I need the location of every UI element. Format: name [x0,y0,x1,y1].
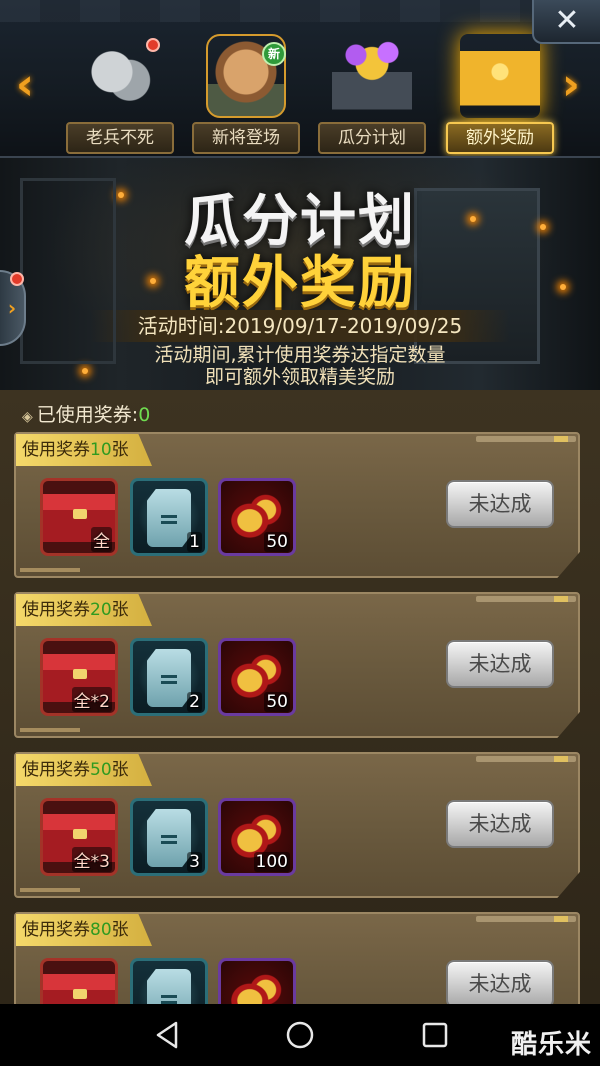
reward-exp-card-item[interactable] [130,958,208,1004]
tier-header: 使用奖券50张 [16,754,152,786]
item-quantity: 3 [187,852,202,872]
reward-chest-item[interactable]: 全*2 [40,638,118,716]
reward-coin-item[interactable] [218,958,296,1004]
tab-label: 额外奖励 [446,122,554,154]
used-tickets-counter: ◈ 已使用奖券:0 [22,400,150,427]
reward-tier-card: 使用奖券80张 未达成 [14,912,580,1004]
tier-header: 使用奖券80张 [16,914,152,946]
tab-label: 老兵不死 [66,122,174,154]
card-accent [476,916,576,922]
claim-button[interactable]: 未达成 [446,640,554,688]
used-tickets-value: 0 [138,404,151,426]
reward-coin-item[interactable]: 100 [218,798,296,876]
prev-tab-arrow-icon[interactable]: ‹ [8,62,42,108]
reward-tier-card: 使用奖券10张 全 1 50 未达成 [14,432,580,578]
used-tickets-label: 已使用奖券: [36,404,139,426]
notification-dot [10,272,24,286]
card-bottom-bar [20,568,80,572]
reward-list[interactable]: ◈ 已使用奖券:0 使用奖券10张 全 1 50 未达成 使用奖券20张 全*2 … [0,390,600,1004]
card-bottom-bar [20,888,80,892]
tab-veteran[interactable]: 老兵不死 [66,34,174,156]
item-quantity: 全*3 [71,847,112,872]
diamond-bullet-icon: ◈ [22,409,33,425]
event-description: 活动期间,累计使用奖券达指定数量 即可额外领取精美奖励 [0,344,600,388]
claim-button[interactable]: 未达成 [446,800,554,848]
gift-box-icon [460,34,540,118]
watermark-text: 酷乐米 [510,1030,592,1060]
item-quantity: 100 [253,852,290,872]
next-tab-arrow-icon[interactable]: › [554,62,588,108]
item-quantity: 1 [187,532,202,552]
new-badge: 新 [262,42,286,66]
event-banner: 瓜分计划 额外奖励 活动时间:2019/09/17-2019/09/25 活动期… [0,158,600,390]
reward-exp-card-item[interactable]: 3 [130,798,208,876]
reward-chest-item[interactable]: 全*3 [40,798,118,876]
reward-tier-card: 使用奖券50张 全*3 3 100 未达成 [14,752,580,898]
event-time: 活动时间:2019/09/17-2019/09/25 [90,310,510,342]
activity-tab-bar: ‹ 老兵不死 新 新将登场 瓜分计划 额外奖励 › ✕ [0,0,600,158]
claim-button[interactable]: 未达成 [446,480,554,528]
item-quantity: 2 [187,692,202,712]
treasure-chest-icon [332,34,412,118]
back-icon[interactable] [152,1020,182,1050]
tier-header: 使用奖券10张 [16,434,152,466]
tier-header: 使用奖券20张 [16,594,152,626]
reward-exp-card-item[interactable]: 1 [130,478,208,556]
claim-button[interactable]: 未达成 [446,960,554,1004]
description-line: 活动期间,累计使用奖券达指定数量 [154,344,446,366]
reward-coin-item[interactable]: 50 [218,478,296,556]
reward-chest-item[interactable] [40,958,118,1004]
reward-chest-item[interactable]: 全 [40,478,118,556]
card-accent [476,436,576,442]
tab-label: 新将登场 [192,122,300,154]
item-quantity: 50 [264,692,290,712]
notification-dot [146,38,160,52]
tab-new-general[interactable]: 新 新将登场 [192,34,300,156]
item-quantity: 全 [91,527,112,552]
tab-label: 瓜分计划 [318,122,426,154]
tab-split-plan[interactable]: 瓜分计划 [318,34,426,156]
close-button[interactable]: ✕ [532,0,600,44]
banner-subtitle: 额外奖励 [184,251,416,316]
card-accent [476,596,576,602]
recent-apps-icon[interactable] [420,1020,450,1050]
card-bottom-bar [20,728,80,732]
description-line: 即可额外领取精美奖励 [204,366,395,388]
reward-tier-card: 使用奖券20张 全*2 2 50 未达成 [14,592,580,738]
reward-exp-card-item[interactable]: 2 [130,638,208,716]
card-accent [476,756,576,762]
item-quantity: 50 [264,532,290,552]
home-icon[interactable] [285,1020,315,1050]
item-quantity: 全*2 [71,687,112,712]
reward-coin-item[interactable]: 50 [218,638,296,716]
tab-extra-reward[interactable]: 额外奖励 [446,34,554,156]
